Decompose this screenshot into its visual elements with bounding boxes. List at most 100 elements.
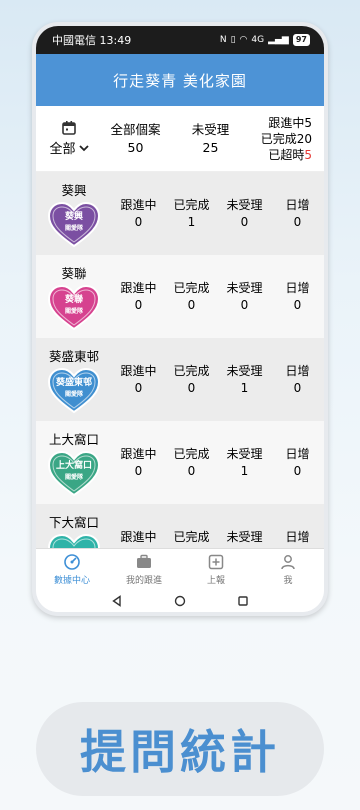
status-bar: 中國電信 13:49 N ▯ ◠ 4G ▂▄▆ 97 — [36, 26, 324, 54]
stat-value: 0 — [187, 297, 196, 312]
bottom-nav: 數據中心 我的跟進 上報 我 — [36, 548, 324, 590]
team-name: 葵興 — [61, 182, 87, 198]
stat-pending: 未受理 0 — [218, 280, 271, 314]
battery-icon: 97 — [292, 34, 310, 46]
home-icon[interactable] — [174, 595, 186, 607]
signal-icon: ▂▄▆ — [268, 35, 289, 45]
stat-value: 0 — [293, 214, 302, 229]
summary-panel: 全部 全部個案 50 未受理 25 跟進中5 已完成20 已超時5 — [36, 106, 324, 172]
phone-frame: 中國電信 13:49 N ▯ ◠ 4G ▂▄▆ 97 行走葵青 美化家園 全部 … — [32, 22, 328, 616]
pending-cases: 未受理 25 — [173, 121, 248, 157]
stat-value: 0 — [240, 214, 249, 229]
team-name: 葵聯 — [61, 265, 87, 281]
team-stats: 跟進中 0 已完成 1 未受理 0 日增 0 — [112, 197, 324, 231]
stat-daily: 日增 0 — [271, 363, 324, 397]
team-badge — [47, 533, 101, 548]
nav-label: 數據中心 — [53, 576, 90, 586]
stat-value: 0 — [293, 463, 302, 478]
stat-label: 日增 — [285, 363, 310, 378]
team-badge: 葵聯 關愛隊 — [47, 284, 101, 331]
stat-pending: 未受理 1 — [218, 446, 271, 480]
back-icon[interactable] — [111, 595, 123, 607]
team-row[interactable]: 上大窩口 上大窩口 關愛隊 跟進中 0 已完成 0 未受理 1 日增 0 — [36, 421, 324, 504]
app-title: 行走葵青 美化家園 — [113, 71, 247, 90]
vibrate-icon: ▯ — [230, 35, 236, 45]
chevron-down-icon — [78, 144, 89, 151]
badge-text: 葵聯 關愛隊 — [47, 295, 101, 317]
team-name: 上大窩口 — [48, 431, 99, 447]
nav-label: 我的跟進 — [125, 576, 162, 586]
stat-label: 未受理 — [226, 529, 263, 544]
team-row[interactable]: 下大窩口跟進中0已完成0未受理0日增0 — [36, 504, 324, 548]
badge-line1: 上大窩口 — [55, 460, 92, 471]
stat-label: 日增 — [285, 529, 310, 544]
stat-value: 0 — [293, 297, 302, 312]
nfc-icon: N — [219, 35, 227, 45]
stat-label: 未受理 — [226, 363, 263, 378]
stat-daily: 日增 0 — [271, 280, 324, 314]
team-unit: 下大窩口 — [36, 512, 112, 548]
stat-label: 已完成 — [173, 363, 210, 378]
team-list: 葵興 葵興 關愛隊 跟進中 0 已完成 1 未受理 0 日增 0 葵聯 葵聯 關愛隊 跟進中 0 已完成 0 未受… — [36, 172, 324, 548]
team-badge: 葵盛東邨 關愛隊 — [47, 367, 101, 414]
stat-label: 已完成 — [173, 446, 210, 461]
team-name: 葵盛東邨 — [48, 348, 99, 364]
briefcase-icon — [137, 554, 151, 568]
status-counts: 跟進中5 已完成20 已超時5 — [248, 115, 320, 163]
stat-label: 未受理 — [226, 446, 263, 461]
stat-pending: 未受理 0 — [218, 197, 271, 231]
stat-value: 0 — [240, 297, 249, 312]
stat-label: 日增 — [285, 446, 310, 461]
badge-line1: 葵盛東邨 — [55, 377, 92, 388]
dashboard-icon — [64, 554, 80, 570]
stat-value: 0 — [134, 297, 143, 312]
nav-my-followups[interactable]: 我的跟進 — [108, 549, 180, 590]
stat-label: 已完成 — [173, 529, 210, 544]
wifi-icon: ◠ — [239, 35, 248, 45]
team-unit: 葵盛東邨 葵盛東邨 關愛隊 — [36, 346, 112, 414]
stat-label: 未受理 — [226, 197, 263, 212]
team-row[interactable]: 葵聯葵聯 關愛隊 跟進中 0 已完成 0 未受理 0 日增 0 — [36, 255, 324, 338]
stat-completed: 已完成 0 — [165, 363, 218, 397]
team-stats: 跟進中0 已完成 0 未受理 0 日增 0 — [112, 280, 324, 314]
app-header: 行走葵青 美化家園 — [36, 54, 324, 106]
team-row[interactable]: 葵盛東邨 葵盛東邨 關愛隊 跟進中 0 已完成 0 未受理 1 日增 0 — [36, 338, 324, 421]
team-badge-icon — [47, 533, 101, 548]
date-filter[interactable]: 全部 — [40, 120, 98, 157]
stat-label: 未受理 — [226, 280, 263, 295]
stat-pending: 未受理 1 — [218, 363, 271, 397]
badge-line2: 關愛隊 — [64, 307, 83, 315]
team-row[interactable]: 葵興 葵興 關愛隊 跟進中 0 已完成 1 未受理 0 日增 0 — [36, 172, 324, 255]
nav-dashboard[interactable]: 數據中心 — [36, 549, 108, 590]
stat-value: 0 — [134, 463, 143, 478]
nav-report[interactable]: 上報 — [180, 549, 252, 590]
stat-following: 跟進中0 — [112, 529, 165, 549]
stat-pending: 未受理0 — [218, 529, 271, 549]
stat-label: 已完成 — [173, 280, 210, 295]
stat-daily: 日增 0 — [271, 446, 324, 480]
stat-value: 0 — [293, 380, 302, 395]
stat-label: 跟進中 — [120, 197, 157, 212]
badge-line2: 關愛隊 — [64, 390, 83, 398]
person-icon — [281, 555, 295, 570]
pending-value: 25 — [202, 139, 219, 155]
stat-following: 跟進中 0 — [112, 197, 165, 231]
feature-banner: 提問統計 — [36, 702, 324, 796]
system-nav-bar — [36, 590, 324, 612]
team-stats: 跟進中0已完成0未受理0日增0 — [112, 529, 324, 549]
stat-label: 日增 — [285, 280, 310, 295]
badge-text: 葵興 關愛隊 — [47, 212, 101, 234]
nav-label: 上報 — [206, 576, 225, 586]
stat-value: 0 — [134, 214, 143, 229]
nav-me[interactable]: 我 — [252, 549, 324, 590]
recents-icon[interactable] — [237, 595, 249, 607]
stat-label: 跟進中 — [120, 446, 157, 461]
stat-following: 跟進中0 — [112, 363, 165, 397]
carrier-time: 中國電信 13:49 — [52, 34, 132, 47]
team-stats: 跟進中 0 已完成 0 未受理 1 日增 0 — [112, 363, 324, 397]
team-name: 下大窩口 — [48, 514, 99, 530]
stat-value: 1 — [240, 380, 249, 395]
stat-value: 0 — [187, 380, 196, 395]
stat-following: 跟進中0 — [112, 280, 165, 314]
stat-label: 日增 — [285, 197, 310, 212]
